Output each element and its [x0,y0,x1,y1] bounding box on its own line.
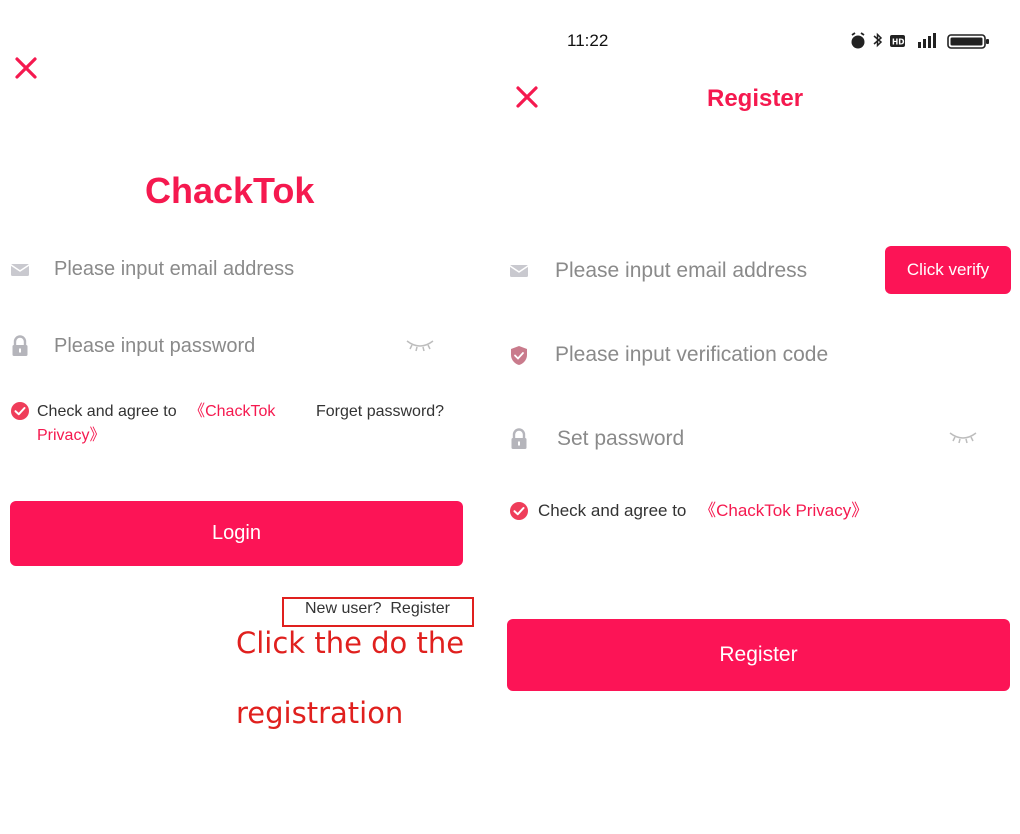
check-circle-icon[interactable] [510,502,528,525]
instruction-line-2: registration [236,696,404,730]
status-icons: HD [848,30,993,52]
page-title: Register [707,85,804,112]
email-input[interactable]: Please input email address [54,258,294,281]
email-input[interactable]: Please input email address [555,259,807,283]
register-link[interactable]: New user? Register [305,600,450,618]
verify-button[interactable]: Click verify [885,246,1011,294]
password-input[interactable]: Set password [557,427,684,451]
lock-icon [507,427,531,451]
agreement-prefix: Check and agree to [37,403,182,420]
agreement-text: Check and agree to 《ChackTok Privacy》 [538,500,868,522]
app-title: ChackTok [145,170,315,211]
privacy-link[interactable]: 《ChackTok [189,403,275,420]
login-button[interactable]: Login [10,501,463,566]
agreement-text: Check and agree to 《ChackTok [37,401,302,423]
privacy-link[interactable]: 《ChackTok Privacy》 [699,501,868,520]
privacy-link-continued[interactable]: Privacy》 [37,425,105,447]
forget-password-link[interactable]: Forget password? [316,401,444,423]
register-button[interactable]: Register [507,619,1010,691]
close-icon[interactable] [12,54,40,82]
eye-closed-icon[interactable] [948,430,978,449]
close-icon[interactable] [514,84,540,110]
check-circle-icon[interactable] [11,402,29,425]
verification-code-input[interactable]: Please input verification code [555,343,828,367]
agreement-prefix: Check and agree to [538,501,692,520]
status-time: 11:22 [567,31,609,50]
lock-icon [8,334,32,358]
mail-icon [8,258,32,282]
svg-text:HD: HD [892,38,905,47]
shield-icon [507,343,531,367]
instruction-line-1: Click the do the [236,626,465,660]
password-input[interactable]: Please input password [54,335,255,358]
mail-icon [507,259,531,283]
eye-closed-icon[interactable] [405,338,435,357]
